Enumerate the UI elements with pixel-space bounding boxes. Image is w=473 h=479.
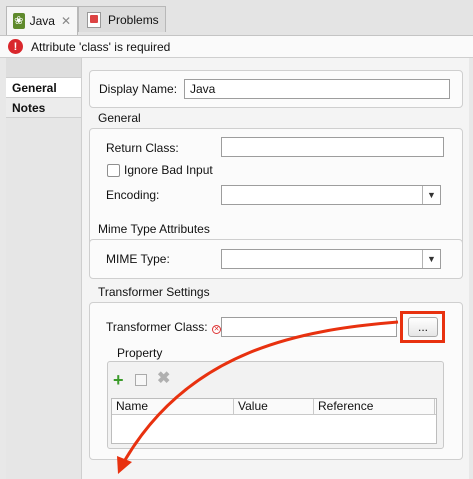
- mime-section-title: Mime Type Attributes: [98, 222, 210, 236]
- property-panel: + ✖ Name Value Reference: [107, 361, 444, 449]
- mime-panel: MIME Type: ▼: [89, 239, 463, 279]
- return-class-label: Return Class:: [106, 141, 179, 155]
- column-reference[interactable]: Reference: [314, 399, 435, 415]
- tab-problems[interactable]: Problems: [78, 6, 166, 32]
- sidebar-item-general[interactable]: General: [6, 78, 81, 98]
- column-name[interactable]: Name: [112, 399, 234, 415]
- delete-icon[interactable]: ✖: [157, 371, 173, 388]
- error-message: Attribute 'class' is required: [31, 39, 171, 54]
- mime-type-combo[interactable]: ▼: [221, 249, 441, 269]
- encoding-combo[interactable]: ▼: [221, 185, 441, 205]
- browse-button[interactable]: ...: [408, 317, 438, 337]
- close-icon[interactable]: ✕: [61, 14, 71, 28]
- problems-icon: [85, 11, 103, 28]
- tab-java-label: Java: [29, 14, 55, 28]
- tab-java[interactable]: ❀ Java ✕: [6, 6, 78, 35]
- error-banner: ! Attribute 'class' is required: [0, 36, 473, 58]
- sidebar-item-notes[interactable]: Notes: [6, 98, 81, 118]
- column-value[interactable]: Value: [234, 399, 314, 415]
- display-name-label: Display Name:: [99, 82, 178, 96]
- sidebar: General Notes: [6, 58, 81, 479]
- main-panel: Display Name: Java General Return Class:…: [81, 58, 469, 479]
- transformer-panel: Transformer Class: ✕ ... Property + ✖ Na…: [89, 302, 463, 460]
- transformer-section-title: Transformer Settings: [98, 285, 210, 299]
- ignore-bad-input-checkbox[interactable]: [107, 164, 120, 177]
- chevron-down-icon[interactable]: ▼: [422, 186, 440, 204]
- general-section-title: General: [98, 111, 141, 125]
- error-icon: !: [8, 39, 23, 54]
- return-class-field[interactable]: [221, 137, 444, 157]
- mime-type-label: MIME Type:: [106, 252, 170, 266]
- property-table-header: Name Value Reference: [112, 399, 436, 415]
- add-icon[interactable]: +: [113, 371, 129, 389]
- tab-problems-label: Problems: [108, 12, 159, 27]
- edit-icon[interactable]: [135, 374, 147, 386]
- display-name-panel: Display Name: Java: [89, 70, 463, 108]
- display-name-field[interactable]: Java: [184, 79, 450, 99]
- property-section-title: Property: [117, 346, 163, 360]
- property-table: Name Value Reference: [111, 398, 437, 444]
- encoding-label: Encoding:: [106, 188, 160, 202]
- required-error-icon: ✕: [212, 325, 221, 334]
- editor-tabbar: ❀ Java ✕ Problems: [0, 0, 473, 36]
- transformer-class-label: Transformer Class:: [106, 320, 208, 334]
- chevron-down-icon[interactable]: ▼: [422, 250, 440, 268]
- transformer-class-field[interactable]: [221, 317, 397, 337]
- java-leaf-icon: ❀: [13, 13, 25, 29]
- ignore-bad-input-label: Ignore Bad Input: [124, 163, 213, 177]
- sidebar-spacer: [6, 58, 81, 78]
